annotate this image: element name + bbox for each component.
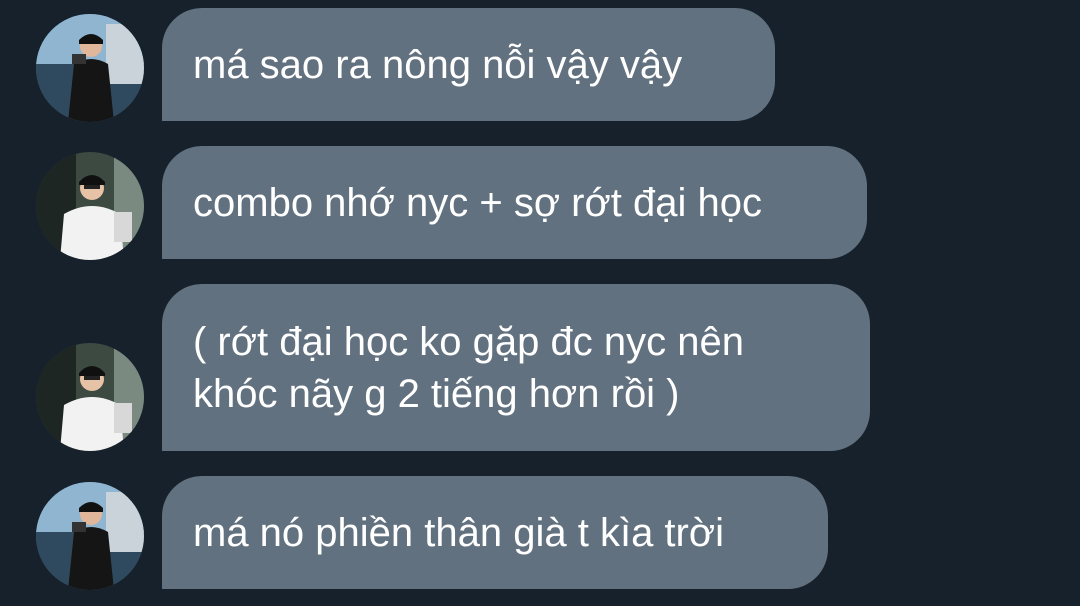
message-bubble: ( rớt đại học ko gặp đc nyc nên khóc nãy… bbox=[162, 284, 870, 451]
avatar[interactable] bbox=[36, 343, 144, 451]
person-photo-icon bbox=[36, 14, 144, 122]
avatar[interactable] bbox=[36, 152, 144, 260]
avatar[interactable] bbox=[36, 14, 144, 122]
avatar[interactable] bbox=[36, 482, 144, 590]
person-photo-icon bbox=[36, 152, 144, 260]
message-bubble: má nó phiền thân già t kìa trời bbox=[162, 476, 828, 589]
message-bubble: má sao ra nông nỗi vậy vậy bbox=[162, 8, 775, 121]
person-photo-icon bbox=[36, 482, 144, 590]
person-photo-icon bbox=[36, 343, 144, 451]
message-bubble: combo nhớ nyc + sợ rớt đại học bbox=[162, 146, 867, 259]
